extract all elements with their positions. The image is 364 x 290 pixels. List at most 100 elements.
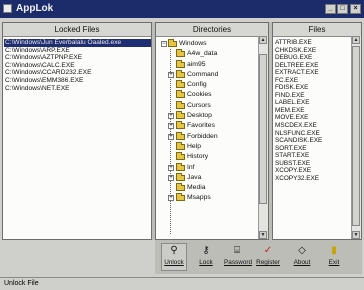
file-item[interactable]: LABEL.EXE bbox=[275, 99, 322, 107]
action-toolbar: ⚲ Unlock ⚷ Lock ⌸ Password ✓ Register ◇ … bbox=[155, 240, 362, 274]
register-label: Register bbox=[256, 259, 280, 266]
tree-node-command[interactable]: + Command bbox=[156, 69, 260, 80]
password-label: Password bbox=[224, 259, 253, 266]
file-item[interactable]: FDISK.EXE bbox=[275, 84, 322, 92]
files-header[interactable]: Files bbox=[273, 23, 361, 37]
file-item[interactable]: ATTRIB.EXE bbox=[275, 39, 322, 47]
tree-node-msapps[interactable]: + Msapps bbox=[156, 193, 260, 203]
exit-label: Exit bbox=[328, 259, 340, 266]
expand-icon[interactable]: + bbox=[168, 133, 174, 140]
close-button[interactable]: × bbox=[350, 4, 361, 14]
tree-node-forbidden[interactable]: + Forbidden bbox=[156, 131, 260, 142]
folder-icon bbox=[176, 100, 185, 109]
expand-icon[interactable]: + bbox=[168, 71, 174, 78]
tree-node-history[interactable]: History bbox=[156, 152, 260, 162]
expand-icon[interactable]: + bbox=[168, 123, 174, 130]
minimize-button[interactable]: _ bbox=[325, 4, 336, 14]
expand-icon[interactable]: + bbox=[168, 113, 174, 120]
tree-node-favorites[interactable]: + Favorites bbox=[156, 121, 260, 131]
scrollbar-thumb[interactable] bbox=[352, 46, 360, 226]
tree-node-desktop[interactable]: + Desktop bbox=[156, 111, 260, 121]
tree-node-help[interactable]: Help bbox=[156, 141, 260, 152]
folder-icon bbox=[176, 111, 185, 120]
tree-node-label: Java bbox=[187, 173, 202, 181]
applok-window: AppLok _ □ × Locked Files C:\Windows\Jun… bbox=[0, 0, 364, 290]
tree-node-label: Inf bbox=[187, 163, 195, 171]
tree-node-config[interactable]: Config bbox=[156, 80, 260, 90]
locked-file-item[interactable]: C:\Windows\CALC.EXE bbox=[4, 62, 151, 70]
file-item[interactable]: NLSFUNC.EXE bbox=[275, 130, 322, 138]
file-item[interactable]: XCOPY.EXE bbox=[275, 167, 322, 175]
unlock-button[interactable]: ⚲ Unlock bbox=[161, 243, 187, 271]
unlock-label: Unlock bbox=[164, 259, 184, 266]
exit-button[interactable]: ▮ Exit bbox=[321, 244, 347, 266]
scroll-down-icon[interactable]: ▼ bbox=[259, 231, 267, 239]
file-item[interactable]: DELTREE.EXE bbox=[275, 62, 322, 70]
directories-scrollbar[interactable]: ▲ ▼ bbox=[258, 36, 268, 239]
tree-node-label: aim95 bbox=[187, 60, 206, 68]
file-item[interactable]: FIND.EXE bbox=[275, 92, 322, 100]
about-icon: ◇ bbox=[298, 245, 306, 256]
folder-icon bbox=[176, 59, 185, 68]
tree-node-windows[interactable]: − Windows bbox=[156, 39, 260, 49]
file-item[interactable]: MOVE.EXE bbox=[275, 114, 322, 122]
expand-icon[interactable]: + bbox=[168, 164, 174, 171]
file-item[interactable]: MSCDEX.EXE bbox=[275, 122, 322, 130]
tree-node-a4w-data[interactable]: A4w_data bbox=[156, 49, 260, 59]
tree-node-label: Cookies bbox=[187, 91, 212, 99]
locked-file-item[interactable]: C:\Windows\ARP.EXE bbox=[4, 47, 151, 55]
locked-file-item[interactable]: C:\Windows\EMM386.EXE bbox=[4, 77, 151, 85]
tree-node-java[interactable]: + Java bbox=[156, 172, 260, 183]
files-panel: Files ATTRIB.EXE CHKDSK.EXE DEBUG.EXE DE… bbox=[272, 22, 362, 240]
expand-icon[interactable]: + bbox=[168, 195, 174, 202]
file-item[interactable]: SUBST.EXE bbox=[275, 160, 322, 168]
file-item[interactable]: CHKDSK.EXE bbox=[275, 47, 322, 55]
folder-icon bbox=[176, 80, 185, 89]
locked-files-header[interactable]: Locked Files bbox=[3, 23, 151, 37]
file-item[interactable]: SCANDISK.EXE bbox=[275, 137, 322, 145]
tree-node-inf[interactable]: + Inf bbox=[156, 162, 260, 173]
tree-node-media[interactable]: Media bbox=[156, 183, 260, 193]
scroll-up-icon[interactable]: ▲ bbox=[259, 36, 267, 44]
about-label: About bbox=[293, 259, 311, 266]
tree-node-aim95[interactable]: aim95 bbox=[156, 59, 260, 70]
file-item[interactable]: START.EXE bbox=[275, 152, 322, 160]
file-item[interactable]: MEM.EXE bbox=[275, 107, 322, 115]
locked-file-item[interactable]: C:\Windows\NET.EXE bbox=[4, 85, 151, 93]
collapse-icon[interactable]: − bbox=[161, 41, 167, 47]
folder-icon bbox=[176, 172, 185, 181]
tree-node-label: Help bbox=[187, 142, 201, 150]
folder-icon bbox=[176, 141, 185, 150]
status-bar: Unlock File bbox=[0, 277, 364, 290]
locked-file-item[interactable]: C:\Windows\Jun Everbalalu Oaaled.exe bbox=[4, 39, 151, 47]
scroll-up-icon[interactable]: ▲ bbox=[352, 36, 360, 44]
register-button[interactable]: ✓ Register bbox=[255, 244, 281, 266]
folder-icon bbox=[176, 183, 185, 192]
tree-node-cookies[interactable]: Cookies bbox=[156, 90, 260, 100]
expand-icon[interactable]: + bbox=[168, 174, 174, 181]
unlock-icon: ⚲ bbox=[170, 245, 178, 256]
directories-header[interactable]: Directories bbox=[156, 23, 268, 37]
folder-icon bbox=[176, 69, 185, 78]
file-item[interactable]: EXTRACT.EXE bbox=[275, 69, 322, 77]
files-scrollbar[interactable]: ▲ ▼ bbox=[351, 36, 361, 239]
file-item[interactable]: FC.EXE bbox=[275, 77, 322, 85]
scrollbar-thumb[interactable] bbox=[259, 54, 267, 204]
directories-panel: Directories − Windows A4w_data aim95 + C… bbox=[155, 22, 269, 240]
tree-node-cursors[interactable]: Cursors bbox=[156, 100, 260, 111]
file-item[interactable]: DEBUG.EXE bbox=[275, 54, 322, 62]
file-item[interactable]: SORT.EXE bbox=[275, 145, 322, 153]
about-button[interactable]: ◇ About bbox=[289, 244, 315, 266]
password-button[interactable]: ⌸ Password bbox=[224, 244, 253, 266]
tree-node-label: A4w_data bbox=[187, 50, 218, 58]
title-bar[interactable]: AppLok _ □ × bbox=[0, 0, 364, 18]
locked-file-item[interactable]: C:\Windows\AZTPNP.EXE bbox=[4, 54, 151, 62]
maximize-button[interactable]: □ bbox=[337, 4, 348, 14]
file-item[interactable]: XCOPY32.EXE bbox=[275, 175, 322, 183]
scroll-down-icon[interactable]: ▼ bbox=[352, 231, 360, 239]
folder-icon bbox=[176, 193, 185, 202]
lock-label: Lock bbox=[199, 259, 213, 266]
locked-file-item[interactable]: C:\Windows\CCARD232.EXE bbox=[4, 69, 151, 77]
folder-icon bbox=[176, 131, 185, 140]
lock-button[interactable]: ⚷ Lock bbox=[193, 244, 219, 266]
